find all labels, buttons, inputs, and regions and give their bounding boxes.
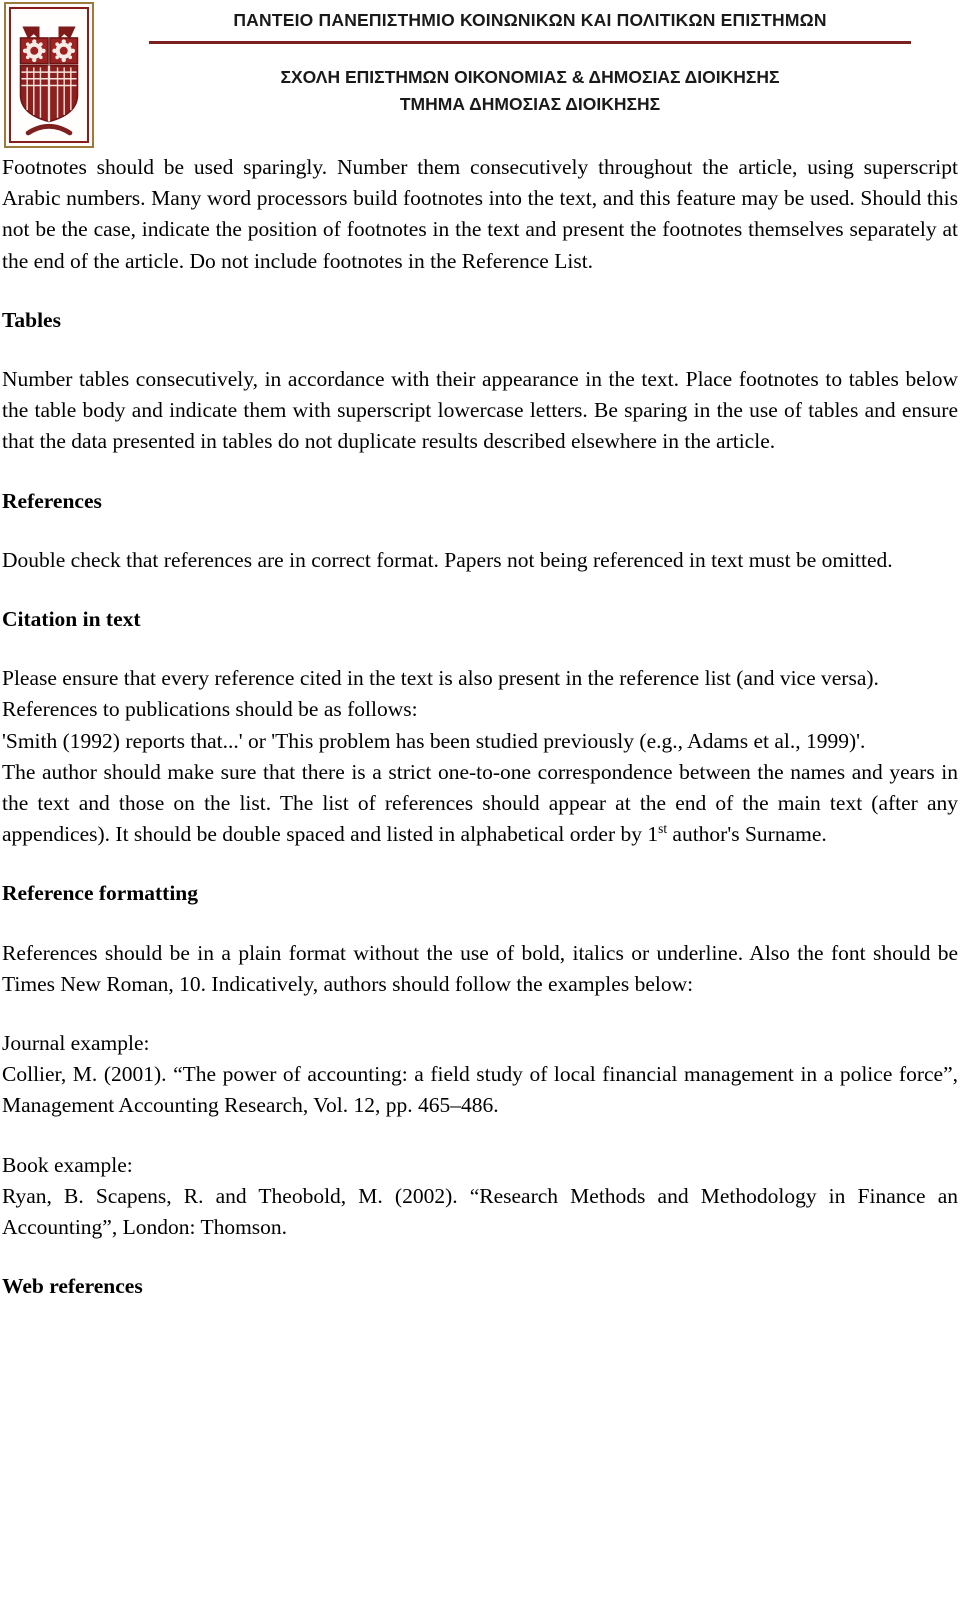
tables-paragraph: Number tables consecutively, in accordan… bbox=[2, 367, 958, 454]
department-name: ΤΜΗΜΑ ΔΗΜΟΣΙΑΣ ΔΙΟΙΚΗΣΗΣ bbox=[399, 94, 661, 115]
footnotes-paragraph: Footnotes should be used sparingly. Numb… bbox=[2, 155, 958, 273]
header-divider bbox=[149, 41, 911, 44]
logo-frame bbox=[9, 7, 89, 143]
citation-paragraph-3-suffix: author's Surname. bbox=[667, 822, 827, 847]
citation-paragraph-1: Please ensure that every reference cited… bbox=[2, 666, 879, 722]
citation-paragraph-2: 'Smith (1992) reports that...' or 'This … bbox=[2, 728, 866, 753]
owl-emblem-icon bbox=[19, 26, 79, 136]
citation-paragraph-3: The author should make sure that there i… bbox=[2, 757, 958, 851]
document-page: ΠΑΝΤΕΙΟ ΠΑΝΕΠΙΣΤΗΜΙΟ ΚΟΙΝΩΝΙΚΩΝ ΚΑΙ ΠΟΛΙ… bbox=[0, 0, 960, 1607]
tables-heading: Tables bbox=[2, 307, 61, 332]
journal-example-label: Journal example: bbox=[2, 1031, 150, 1056]
header-title-block: ΠΑΝΤΕΙΟ ΠΑΝΕΠΙΣΤΗΜΙΟ ΚΟΙΝΩΝΙΚΩΝ ΚΑΙ ΠΟΛΙ… bbox=[100, 0, 960, 118]
book-example-label: Book example: bbox=[2, 1152, 133, 1177]
web-references-heading: Web references bbox=[2, 1274, 143, 1299]
reference-formatting-paragraph: References should be in a plain format w… bbox=[2, 940, 958, 996]
document-header: ΠΑΝΤΕΙΟ ΠΑΝΕΠΙΣΤΗΜΙΟ ΚΟΙΝΩΝΙΚΩΝ ΚΑΙ ΠΟΛΙ… bbox=[0, 0, 960, 152]
journal-example-text: Collier, M. (2001). “The power of accoun… bbox=[2, 1062, 958, 1118]
references-heading: References bbox=[2, 488, 102, 513]
book-example-text: Ryan, B. Scapens, R. and Theobold, M. (2… bbox=[2, 1183, 958, 1240]
references-paragraph: Double check that references are in corr… bbox=[2, 547, 893, 572]
university-name: ΠΑΝΤΕΙΟ ΠΑΝΕΠΙΣΤΗΜΙΟ ΚΟΙΝΩΝΙΚΩΝ ΚΑΙ ΠΟΛΙ… bbox=[233, 10, 827, 30]
ordinal-suffix: st bbox=[658, 821, 668, 837]
reference-formatting-heading: Reference formatting bbox=[2, 881, 198, 906]
university-logo bbox=[4, 2, 94, 148]
document-body: Footnotes should be used sparingly. Numb… bbox=[0, 152, 960, 1302]
citation-in-text-heading: Citation in text bbox=[2, 607, 141, 632]
school-name: ΣΧΟΛΗ ΕΠΙΣΤΗΜΩΝ ΟΙΚΟΝΟΜΙΑΣ & ΔΗΜΟΣΙΑΣ ΔΙ… bbox=[280, 67, 780, 87]
